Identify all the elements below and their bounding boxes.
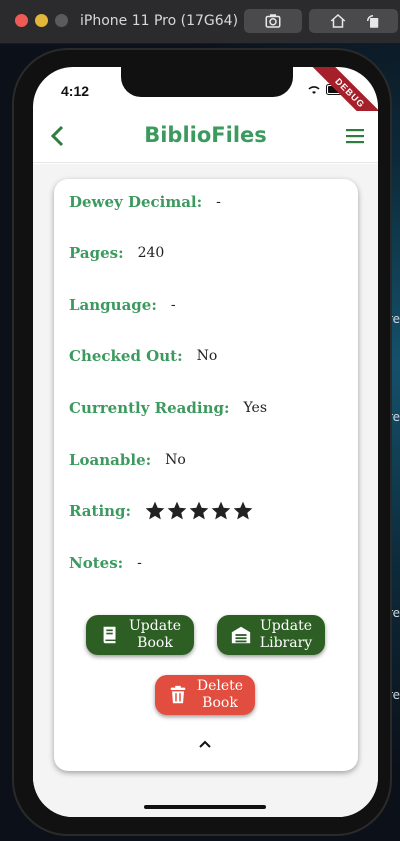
home-indicator[interactable]	[144, 805, 266, 809]
trash-icon	[170, 685, 186, 704]
detail-value: -	[137, 555, 142, 571]
star-icon[interactable]	[145, 501, 165, 521]
star-icon[interactable]	[167, 501, 187, 521]
detail-row-checked-out: Checked Out: No	[69, 347, 217, 365]
warehouse-icon	[231, 626, 250, 644]
home-icon	[330, 13, 346, 28]
detail-row-language: Language: -	[69, 296, 176, 314]
simulator-titlebar: iPhone 11 Pro (17G64)	[0, 0, 400, 44]
minimize-window-button[interactable]	[35, 14, 48, 27]
detail-row-pages: Pages: 240	[69, 244, 164, 262]
detail-label: Notes:	[69, 554, 124, 572]
rotate-button[interactable]	[348, 9, 398, 33]
detail-label: Rating:	[69, 502, 132, 520]
detail-row-rating: Rating:	[69, 501, 253, 521]
app-title: BiblioFiles	[144, 123, 267, 147]
detail-value: No	[165, 452, 186, 468]
star-icon[interactable]	[189, 501, 209, 521]
detail-label: Dewey Decimal:	[69, 193, 203, 211]
update-library-label: Update Library	[259, 618, 313, 651]
detail-label: Loanable:	[69, 451, 152, 469]
close-window-button[interactable]	[15, 14, 28, 27]
delete-book-button[interactable]: Delete Book	[155, 675, 255, 715]
update-book-label: Update Book	[129, 618, 181, 651]
rating-stars[interactable]	[145, 501, 253, 521]
detail-label: Checked Out:	[69, 347, 183, 365]
detail-row-notes: Notes: -	[69, 554, 142, 572]
detail-row-currently-reading: Currently Reading: Yes	[69, 399, 267, 417]
detail-value: No	[196, 348, 218, 364]
detail-value: -	[216, 194, 221, 210]
notch	[121, 67, 293, 97]
app-bar: BiblioFiles	[33, 111, 378, 163]
detail-value: Yes	[243, 400, 268, 416]
detail-label: Language:	[69, 296, 157, 314]
simulator-title: iPhone 11 Pro (17G64)	[80, 13, 239, 29]
update-book-button[interactable]: Update Book	[86, 615, 194, 655]
delete-book-label: Delete Book	[196, 678, 244, 711]
detail-row-dewey-decimal: Dewey Decimal: -	[69, 193, 221, 211]
rotate-icon	[367, 15, 379, 28]
zoom-window-button[interactable]	[55, 14, 68, 27]
phone-screen: 4:12 DEBUG BiblioFiles Dewey Decimal: - …	[33, 67, 378, 817]
star-icon[interactable]	[211, 501, 231, 521]
chevron-up-icon[interactable]	[198, 739, 212, 749]
status-time: 4:12	[61, 83, 90, 99]
detail-label: Pages:	[69, 244, 124, 262]
menu-icon[interactable]	[344, 126, 366, 146]
detail-value: 240	[137, 245, 165, 261]
screenshot-button[interactable]	[244, 9, 302, 33]
screenshot-icon	[265, 14, 281, 28]
detail-label: Currently Reading:	[69, 399, 230, 417]
book-icon	[103, 626, 116, 644]
update-library-button[interactable]: Update Library	[217, 615, 325, 655]
detail-row-loanable: Loanable: No	[69, 451, 186, 469]
iphone-frame: 4:12 DEBUG BiblioFiles Dewey Decimal: - …	[12, 48, 392, 836]
book-details-card: Dewey Decimal: - Pages: 240 Language: - …	[54, 179, 358, 771]
star-icon[interactable]	[233, 501, 253, 521]
detail-value: -	[170, 297, 176, 313]
wifi-icon	[308, 85, 320, 94]
